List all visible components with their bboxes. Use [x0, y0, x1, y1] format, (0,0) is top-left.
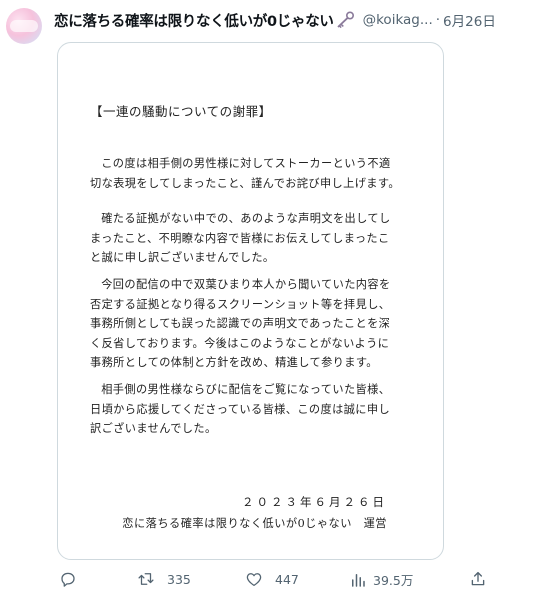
avatar[interactable]: [6, 8, 42, 44]
reply-icon: [61, 572, 75, 587]
like-button[interactable]: 447: [245, 570, 299, 588]
share-icon: [471, 571, 485, 586]
document-paragraph: 相手側の男性様ならびに配信をご覧になっていた皆様、日頃から応援してくださっている…: [90, 383, 391, 435]
key-icon: [335, 11, 355, 29]
document-paragraph: 確たる証拠がない中での、あのような声明文を出してしまったこと、不明瞭な内容で皆様…: [90, 212, 391, 264]
author-name[interactable]: 恋に落ちる確率は限りなく低いが0じゃない: [54, 10, 334, 31]
document-paragraph: 今回の配信の中で双葉ひまり本人から聞いていた内容を否定する証拠となり得るスクリー…: [90, 278, 391, 369]
views-button[interactable]: 39.5万: [349, 570, 413, 589]
apology-document: 【一連の騒動についての謝罪】 この度は相手側の男性様に対してストーカーという不適…: [74, 47, 429, 555]
action-bar: 335 447 39.5万: [57, 568, 497, 598]
like-count: 447: [275, 571, 299, 587]
bar-chart-icon: [352, 573, 365, 587]
reply-button[interactable]: [59, 570, 89, 588]
post-date[interactable]: 6月26日: [443, 10, 496, 30]
document-date: ２０２３年６月２６日: [242, 495, 387, 509]
retweet-icon: [138, 573, 154, 585]
document-signature: 恋に落ちる確率は限りなく低いが0じゃない 運営: [122, 517, 387, 530]
author-handle[interactable]: @koikag...: [363, 12, 433, 28]
retweet-count: 335: [167, 571, 191, 587]
view-count: 39.5万: [373, 573, 414, 588]
document-paragraph: この度は相手側の男性様に対してストーカーという不適切な表現をしてしまったこと、謹…: [90, 157, 400, 190]
heart-icon: [246, 573, 262, 587]
document-title: 【一連の騒動についての謝罪】: [90, 104, 272, 119]
share-button[interactable]: [469, 570, 487, 588]
separator: ·: [435, 12, 441, 28]
avatar-image: [10, 20, 38, 32]
attached-image[interactable]: 【一連の騒動についての謝罪】 この度は相手側の男性様に対してストーカーという不適…: [57, 42, 444, 560]
retweet-button[interactable]: 335: [137, 570, 191, 588]
tweet-header: 恋に落ちる確率は限りなく低いが0じゃない @koikag... · 6月26日: [54, 8, 540, 32]
